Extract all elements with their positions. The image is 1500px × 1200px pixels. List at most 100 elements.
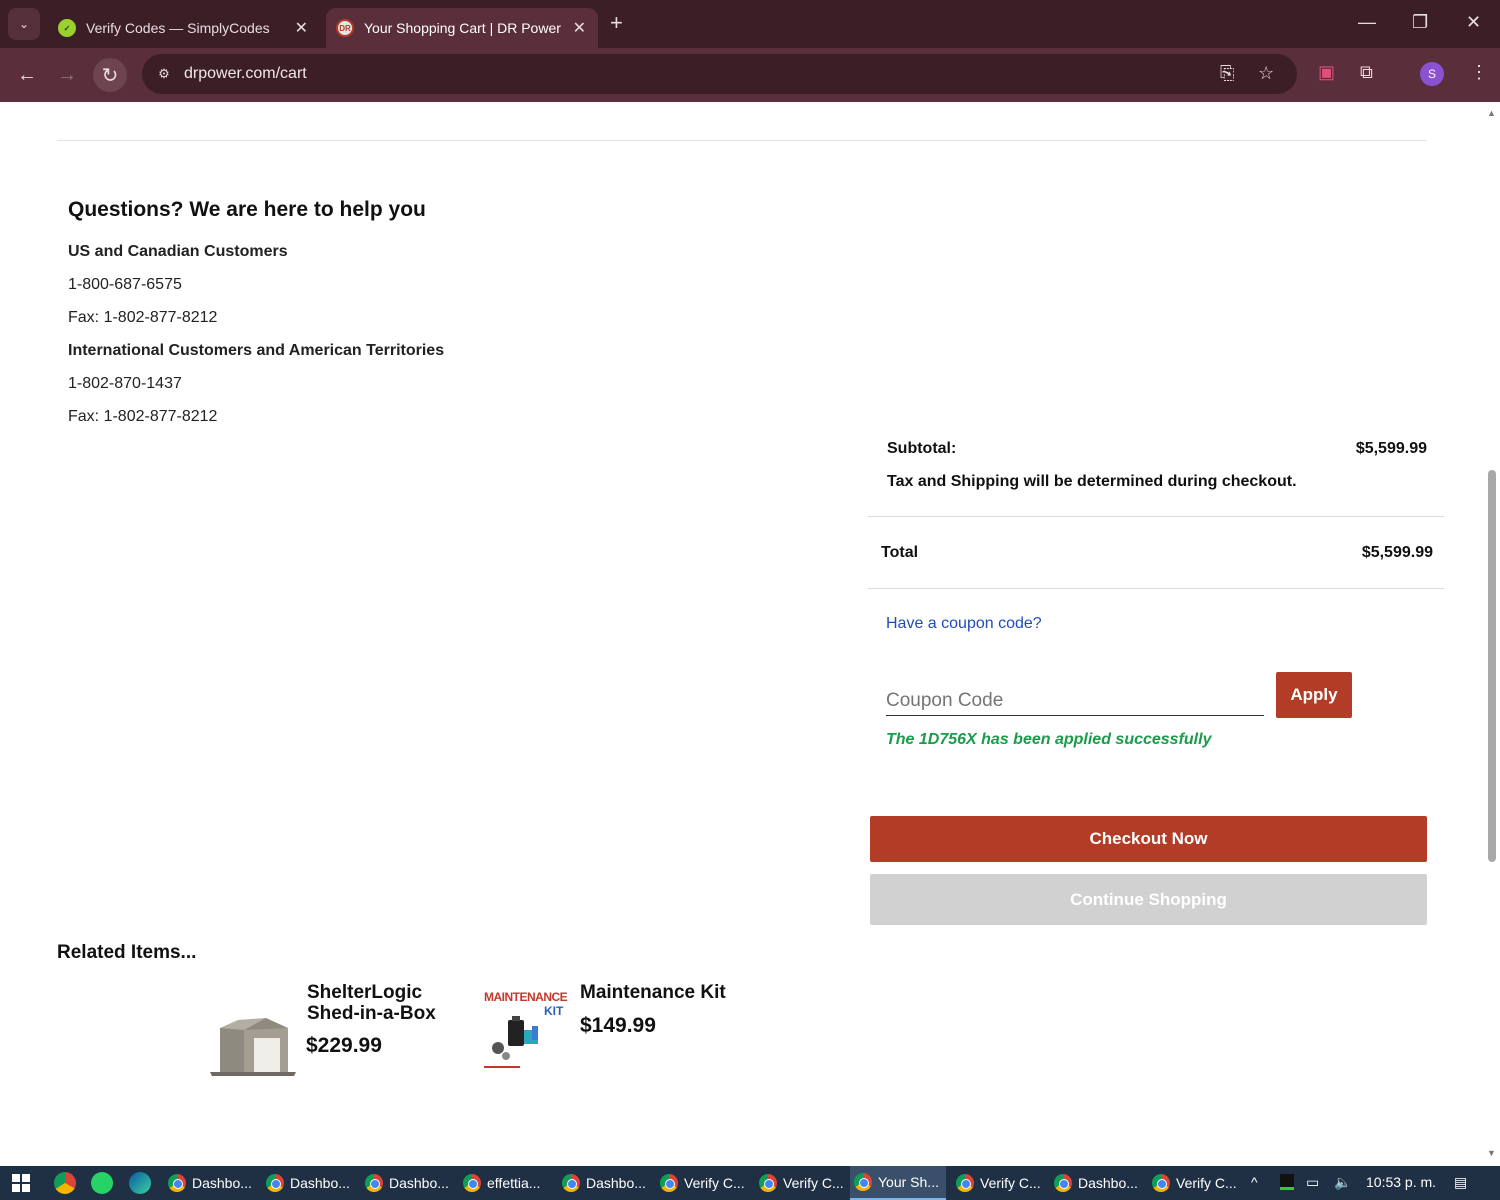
related-item-price: $229.99 <box>306 1034 382 1057</box>
volume-icon[interactable]: 🔈 <box>1334 1174 1351 1191</box>
tab-title: Verify Codes — SimplyCodes <box>86 20 270 36</box>
intl-heading: International Customers and American Ter… <box>68 342 445 359</box>
forward-icon[interactable]: → <box>50 58 84 92</box>
menu-kebab-icon[interactable]: ⋮ <box>1470 62 1488 83</box>
url-text[interactable]: drpower.com/cart <box>184 65 307 83</box>
reload-icon[interactable]: ↻ <box>93 58 127 92</box>
taskbar-window[interactable]: effettia... <box>459 1166 555 1200</box>
total-value: $5,599.99 <box>1361 544 1433 561</box>
taskbar-window[interactable]: Verify C... <box>1148 1166 1244 1200</box>
profile-avatar[interactable]: S <box>1420 62 1444 86</box>
close-window-icon[interactable]: ✕ <box>1466 12 1481 33</box>
taskbar-window-label: Dashbo... <box>290 1175 350 1191</box>
related-items-title: Related Items... <box>57 942 197 963</box>
chrome-icon <box>1152 1174 1170 1192</box>
edge-icon[interactable] <box>129 1172 151 1194</box>
taskbar-window[interactable]: Verify C... <box>656 1166 752 1200</box>
item-name-line[interactable]: Shed-in-a-Box <box>307 1003 436 1024</box>
windows-taskbar: Dashbo... Dashbo... Dashbo... effettia..… <box>0 1166 1500 1200</box>
scroll-thumb[interactable] <box>1488 470 1496 862</box>
apply-coupon-button[interactable]: Apply <box>1276 672 1352 718</box>
simplycodes-icon: ✓ <box>58 19 76 37</box>
total-label: Total <box>881 544 919 561</box>
subtotal-value: $5,599.99 <box>1355 440 1427 457</box>
related-item-name[interactable]: ShelterLogic Shed-in-a-Box <box>307 982 436 1024</box>
taskbar-window-label: Your Sh... <box>878 1174 939 1190</box>
browser-tab-bar: ⌄ ✓ Verify Codes — SimplyCodes ✕ DR Your… <box>0 0 1500 48</box>
taskbar-window-label: Verify C... <box>684 1175 745 1191</box>
tab-shopping-cart[interactable]: DR Your Shopping Cart | DR Power ✕ <box>326 8 598 48</box>
tab-search-button[interactable]: ⌄ <box>8 8 40 40</box>
chrome-icon <box>463 1174 481 1192</box>
chrome-icon[interactable] <box>54 1172 76 1194</box>
us-phone[interactable]: 1-800-687-6575 <box>68 276 182 294</box>
extensions-puzzle-icon[interactable]: ⧉ <box>1360 62 1373 83</box>
taskbar-window[interactable]: Dashbo... <box>361 1166 457 1200</box>
network-icon[interactable]: ▭ <box>1306 1174 1319 1191</box>
chrome-icon <box>266 1174 284 1192</box>
taskbar-window[interactable]: Verify C... <box>755 1166 851 1200</box>
coupon-code-link[interactable]: Have a coupon code? <box>886 615 1042 633</box>
clock-time[interactable]: 10:53 p. m. <box>1366 1174 1436 1190</box>
chrome-icon <box>168 1174 186 1192</box>
close-tab-icon[interactable]: ✕ <box>295 18 308 38</box>
related-item-name[interactable]: Maintenance Kit <box>580 982 726 1003</box>
taskbar-window-label: Verify C... <box>1176 1175 1237 1191</box>
scroll-up-icon[interactable]: ▲ <box>1487 108 1496 118</box>
shed-product-image[interactable] <box>208 1014 298 1076</box>
taskbar-window[interactable]: Dashbo... <box>1050 1166 1146 1200</box>
intl-fax: Fax: 1-802-877-8212 <box>68 408 218 425</box>
minimize-icon[interactable]: — <box>1358 12 1376 33</box>
subtotal-label: Subtotal: <box>887 440 957 457</box>
continue-shopping-button[interactable]: Continue Shopping <box>870 874 1427 925</box>
divider <box>57 140 1427 141</box>
taskbar-window[interactable]: Dashbo... <box>558 1166 654 1200</box>
taskbar-window-label: Dashbo... <box>1078 1175 1138 1191</box>
address-bar[interactable]: ⚙ drpower.com/cart ⎘ ☆ <box>142 54 1297 94</box>
taskbar-window-label: Verify C... <box>980 1175 1041 1191</box>
translate-icon[interactable]: ⎘ <box>1220 63 1234 84</box>
taskbar-window-label: Verify C... <box>783 1175 844 1191</box>
back-icon[interactable]: ← <box>10 58 44 92</box>
divider <box>868 516 1444 517</box>
new-tab-icon[interactable]: + <box>610 10 623 36</box>
scroll-down-icon[interactable]: ▼ <box>1487 1148 1496 1158</box>
intl-phone[interactable]: 1-802-870-1437 <box>68 375 182 393</box>
windows-start-icon[interactable] <box>10 1172 32 1194</box>
tray-chevron-icon[interactable]: ^ <box>1251 1174 1258 1190</box>
item-name-line[interactable]: ShelterLogic <box>307 982 436 1003</box>
chrome-icon <box>365 1174 383 1192</box>
us-fax: Fax: 1-802-877-8212 <box>68 309 218 326</box>
us-heading: US and Canadian Customers <box>68 243 288 260</box>
chrome-icon <box>562 1174 580 1192</box>
chrome-icon <box>1054 1174 1072 1192</box>
coupon-code-input[interactable] <box>886 686 1264 716</box>
divider <box>868 588 1444 589</box>
tab-verify-codes[interactable]: ✓ Verify Codes — SimplyCodes ✕ <box>48 8 320 48</box>
taskbar-window-label: Dashbo... <box>586 1175 646 1191</box>
taskbar-window[interactable]: Dashbo... <box>164 1166 260 1200</box>
taskbar-window-label: Dashbo... <box>389 1175 449 1191</box>
bookmark-star-icon[interactable]: ☆ <box>1258 63 1274 84</box>
checkout-now-button[interactable]: Checkout Now <box>870 816 1427 862</box>
maintenance-kit-image[interactable]: MAINTENANCE KIT <box>482 986 570 1072</box>
taskbar-window-active[interactable]: Your Sh... <box>850 1166 946 1200</box>
extension-icon[interactable]: ▣ <box>1318 62 1335 83</box>
tray-app-icon[interactable] <box>1280 1174 1294 1190</box>
tax-shipping-note: Tax and Shipping will be determined duri… <box>887 473 1297 490</box>
page-scrollbar[interactable]: ▲ ▼ <box>1484 102 1500 1166</box>
chrome-icon <box>854 1173 872 1191</box>
taskbar-window-label: effettia... <box>487 1175 541 1191</box>
whatsapp-icon[interactable] <box>91 1172 113 1194</box>
cart-page: Questions? We are here to help you US an… <box>0 102 1484 1166</box>
notifications-icon[interactable]: ▤ <box>1454 1174 1467 1191</box>
chrome-icon <box>956 1174 974 1192</box>
dr-power-icon: DR <box>336 19 354 37</box>
taskbar-window[interactable]: Verify C... <box>952 1166 1048 1200</box>
taskbar-window[interactable]: Dashbo... <box>262 1166 358 1200</box>
restore-icon[interactable]: ❐ <box>1412 12 1428 33</box>
close-tab-icon[interactable]: ✕ <box>573 18 586 38</box>
chrome-icon <box>759 1174 777 1192</box>
site-info-icon[interactable]: ⚙ <box>152 62 176 86</box>
help-title: Questions? We are here to help you <box>68 198 426 221</box>
